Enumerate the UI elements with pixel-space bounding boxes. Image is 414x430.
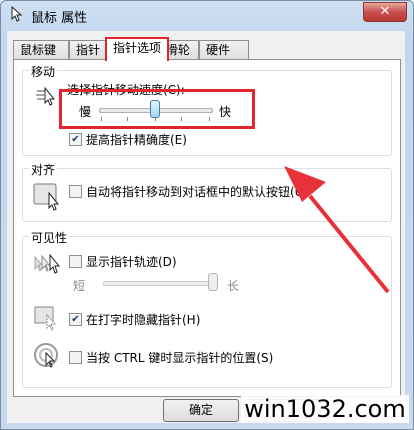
- hide-while-typing-label[interactable]: 在打字时隐藏指针(H): [86, 311, 200, 328]
- pointer-trails-checkbox[interactable]: [69, 255, 82, 268]
- mouse-pointer-icon: [9, 5, 25, 22]
- ok-button[interactable]: 确定: [163, 399, 239, 422]
- enhance-precision-checkbox[interactable]: ✔: [69, 133, 82, 146]
- pointer-speed-icon: [35, 85, 59, 112]
- snap-to-default-checkbox[interactable]: [69, 185, 82, 198]
- hide-while-typing-icon: [33, 303, 63, 336]
- pointer-trails-icon: [33, 251, 65, 280]
- long-label: 长: [227, 279, 240, 293]
- trails-slider-track[interactable]: [103, 281, 215, 286]
- tab-buttons[interactable]: 鼠标键: [13, 40, 69, 59]
- title-bar: 鼠标 属性 ✕: [1, 1, 413, 29]
- tab-panel: 移动 选择指针移动速度(C): 慢 快 ✔ 提高指针精确度(E) 对齐 自动将指…: [13, 59, 401, 397]
- show-location-icon: [33, 341, 63, 374]
- motion-group: 移动 选择指针移动速度(C): 慢 快 ✔ 提高指针精确度(E): [22, 63, 392, 156]
- enhance-precision-label[interactable]: 提高指针精确度(E): [86, 131, 187, 148]
- snap-to-default-label[interactable]: 自动将指针移动到对话框中的默认按钮(U): [86, 183, 308, 200]
- dialog-client-area: 鼠标键 指针 滑轮 硬件 指针选项 移动 选择指针移动速度(C): 慢 快 ✔ …: [7, 31, 405, 423]
- visibility-group-title: 可见性: [29, 229, 70, 246]
- show-location-label[interactable]: 当按 CTRL 键时显示指针的位置(S): [86, 349, 273, 366]
- tab-pointer-options[interactable]: 指针选项: [105, 37, 169, 61]
- tab-hardware[interactable]: 硬件: [199, 40, 249, 59]
- close-button[interactable]: ✕: [363, 2, 407, 22]
- mouse-properties-window: 鼠标 属性 ✕ 鼠标键 指针 滑轮 硬件 指针选项 移动 选择指针移动速度(C)…: [0, 0, 414, 430]
- short-label: 短: [73, 279, 86, 293]
- pointer-trails-label[interactable]: 显示指针轨迹(D): [86, 253, 177, 270]
- snap-to-button-icon: [33, 181, 63, 214]
- motion-group-title: 移动: [29, 63, 58, 80]
- trails-slider-thumb[interactable]: [208, 273, 218, 291]
- hide-while-typing-checkbox[interactable]: ✔: [69, 313, 82, 326]
- speed-highlight-box: [59, 89, 255, 129]
- annotation-arrow: [284, 166, 390, 294]
- snap-group-title: 对齐: [29, 161, 58, 178]
- watermark: win1032.com: [241, 395, 409, 423]
- checkmark-icon: ✔: [71, 134, 80, 145]
- show-location-checkbox[interactable]: [69, 351, 82, 364]
- tab-pointers[interactable]: 指针: [69, 40, 109, 59]
- checkmark-icon: ✔: [71, 314, 80, 325]
- window-title: 鼠标 属性: [31, 11, 88, 26]
